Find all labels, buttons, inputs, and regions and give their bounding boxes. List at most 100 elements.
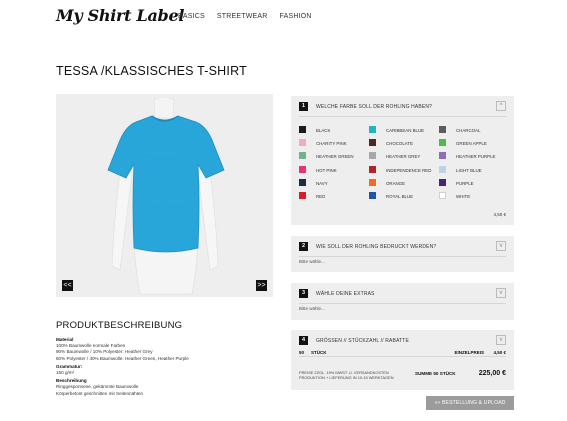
sum-label: SUMME 50 STÜCK <box>415 371 456 376</box>
color-name: CARIBBEAN BLUE <box>386 128 425 133</box>
weight-value: 150 g/m² <box>56 370 75 376</box>
color-option[interactable]: PURPLE <box>439 178 509 187</box>
color-swatch <box>439 192 446 199</box>
color-swatch <box>439 126 446 133</box>
color-name: HOT PINK <box>316 167 337 173</box>
color-option[interactable]: WHITE <box>439 192 509 200</box>
color-swatch <box>299 126 306 133</box>
color-name: WHITE <box>456 194 471 199</box>
color-swatch <box>299 165 306 173</box>
color-option[interactable]: CHOCOLATE <box>369 139 439 147</box>
main-nav: BASICS STREETWEAR FASHION <box>178 13 312 20</box>
step-number: 2 <box>299 242 308 251</box>
step-title: WELCHE FARBE SOLL DER ROHLING HABEN? <box>316 104 433 110</box>
color-swatch <box>439 165 446 173</box>
step-header[interactable]: 2 WIE SOLL DER ROHLING BEDRUCKT WERDEN? … <box>299 241 506 252</box>
color-name: INDEPENDENCE RED <box>386 167 432 173</box>
color-option[interactable]: GREEN APPLE <box>439 139 509 147</box>
logo[interactable]: My Shirt Label <box>56 6 184 25</box>
color-swatch <box>299 178 306 186</box>
order-upload-button[interactable]: »» BESTELLUNG & UPLOAD <box>426 396 514 410</box>
unit-price: 4,50 € <box>493 350 506 355</box>
color-name: RED <box>316 194 326 199</box>
color-swatch <box>439 178 446 186</box>
color-swatch <box>299 139 306 147</box>
color-option[interactable]: HEATHER GREY <box>369 152 439 160</box>
total-price: 225,00 € <box>478 370 506 377</box>
color-option[interactable]: CARIBBEAN BLUE <box>369 126 439 134</box>
color-option[interactable]: ROYAL BLUE <box>369 192 439 200</box>
color-name: CHOCOLATE <box>386 141 413 147</box>
color-option[interactable]: LIGHT BLUE <box>439 165 509 174</box>
step-print-panel: 2 WIE SOLL DER ROHLING BEDRUCKT WERDEN? … <box>291 236 514 272</box>
page-title: TESSA /KLASSISCHES T-SHIRT <box>56 64 247 78</box>
color-swatch <box>439 139 446 147</box>
color-name: LIGHT BLUE <box>456 167 482 173</box>
nav-basics[interactable]: BASICS <box>178 13 205 20</box>
color-name: HEATHER GREY <box>386 154 421 160</box>
color-option[interactable]: CHARITY PINK <box>299 139 369 147</box>
color-option[interactable]: INDEPENDENCE RED <box>369 165 439 174</box>
step-quantity-panel: 4 GRÖSSEN // STÜCKZAHL // RABATTE v 50 S… <box>291 330 514 390</box>
color-swatch <box>369 165 376 173</box>
divider <box>299 303 506 304</box>
prev-image-button[interactable]: << <box>62 280 73 291</box>
expand-icon[interactable]: v <box>496 288 506 298</box>
color-swatch <box>299 152 306 160</box>
expand-icon[interactable]: v <box>496 241 506 251</box>
color-option[interactable]: BLACK <box>299 126 369 134</box>
step-extras-panel: 3 WÄHLE DEINE EXTRAS v Bitte wähle... <box>291 283 514 320</box>
step-color-panel: 1 WELCHE FARBE SOLL DER ROHLING HABEN? ^… <box>291 96 514 225</box>
step-header[interactable]: 1 WELCHE FARBE SOLL DER ROHLING HABEN? ^ <box>299 101 506 112</box>
color-name: HEATHER GREEN <box>316 154 354 160</box>
color-swatch <box>439 152 446 160</box>
nav-streetwear[interactable]: STREETWEAR <box>217 13 268 20</box>
next-image-button[interactable]: >> <box>256 280 267 291</box>
color-name: CHARITY PINK <box>316 141 347 147</box>
color-option[interactable]: HEATHER PURPLE <box>439 152 509 160</box>
step-header[interactable]: 3 WÄHLE DEINE EXTRAS v <box>299 288 506 299</box>
step-number: 3 <box>299 289 308 298</box>
quantity-value[interactable]: 50 <box>299 350 304 355</box>
step-header[interactable]: 4 GRÖSSEN // STÜCKZAHL // RABATTE v <box>299 335 506 346</box>
expand-icon[interactable]: v <box>496 335 506 345</box>
material-line: 60% Polyester / 40% Baumwolle: Heather G… <box>56 355 189 361</box>
description-title: PRODUKTBESCHREIBUNG <box>56 320 183 331</box>
step-title: WIE SOLL DER ROHLING BEDRUCKT WERDEN? <box>316 244 437 250</box>
color-swatch <box>369 139 376 147</box>
color-option[interactable]: NAVY <box>299 178 369 187</box>
color-swatch <box>299 192 306 199</box>
color-option[interactable]: HEATHER GREEN <box>299 152 369 160</box>
step-number: 4 <box>299 336 308 345</box>
color-swatch <box>369 192 376 199</box>
color-option[interactable]: ORANGE <box>369 178 439 187</box>
color-option[interactable]: CHARCOAL <box>439 126 509 134</box>
product-description: Material 100% Baumwolle normale Farben 9… <box>56 337 271 397</box>
sum-row: PREISE ZZGL. 19% MWST. U. VERSANDKOSTEN … <box>299 369 506 383</box>
color-name: PURPLE <box>456 180 474 186</box>
color-name: ORANGE <box>386 180 406 186</box>
color-name: CHARCOAL <box>456 128 481 133</box>
color-swatch <box>369 178 376 186</box>
color-price: 4,50 € <box>493 212 506 217</box>
collapse-icon[interactable]: ^ <box>496 101 506 111</box>
color-option[interactable]: RED <box>299 192 369 200</box>
price-note: PREISE ZZGL. 19% MWST. U. VERSANDKOSTEN … <box>299 370 394 381</box>
quantity-unit: STÜCK <box>311 350 327 355</box>
step-title: GRÖSSEN // STÜCKZAHL // RABATTE <box>316 338 409 344</box>
nav-fashion[interactable]: FASHION <box>280 13 312 20</box>
step-title: WÄHLE DEINE EXTRAS <box>316 291 375 297</box>
color-name: GREEN APPLE <box>456 141 487 147</box>
color-swatch <box>369 152 376 160</box>
unit-price-label: EINZELPREIS <box>454 350 484 355</box>
extras-select[interactable]: Bitte wähle... <box>299 306 325 311</box>
color-name: ROYAL BLUE <box>386 194 414 199</box>
divider <box>299 116 506 117</box>
divider <box>299 256 506 257</box>
color-name: NAVY <box>316 180 328 186</box>
description-line: Körperbetont geschnitten mit Seitennähte… <box>56 390 144 396</box>
color-name: BLACK <box>316 128 331 133</box>
color-name: HEATHER PURPLE <box>456 154 496 160</box>
color-option[interactable]: HOT PINK <box>299 165 369 174</box>
print-select[interactable]: Bitte wähle... <box>299 259 325 264</box>
